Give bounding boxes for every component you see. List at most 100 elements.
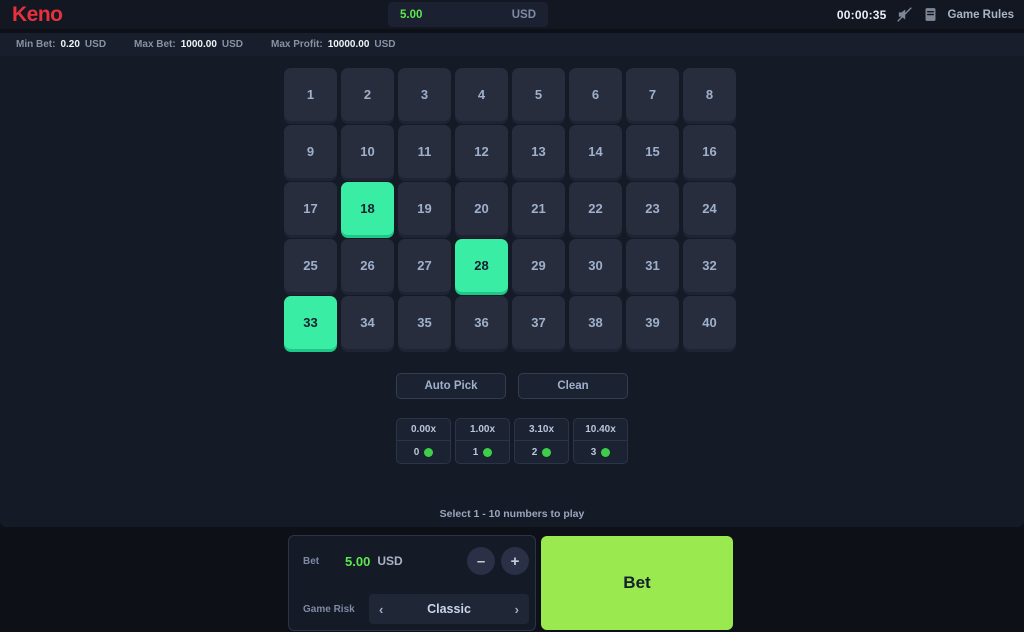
number-tile-20[interactable]: 20 xyxy=(455,182,508,235)
chevron-right-icon[interactable]: › xyxy=(515,602,519,617)
max-bet-value: 1000.00 xyxy=(180,39,217,50)
min-bet-unit: USD xyxy=(84,39,107,50)
number-tile-3[interactable]: 3 xyxy=(398,68,451,121)
number-grid: 1 2 3 4 5 6 7 8 9 10 11 12 13 14 15 16 17 18 19 20 21 22 23 24 2… xyxy=(284,68,736,349)
keno-game-app: Keno 5.00 USD 00:00:35 Game Rules Min Be… xyxy=(0,0,1024,632)
bet-button[interactable]: Bet xyxy=(541,536,733,630)
game-rules-icon[interactable] xyxy=(922,6,939,23)
bet-label: Bet xyxy=(303,555,320,567)
pick-actions: Auto Pick Clean xyxy=(0,373,1024,399)
game-risk-label: Game Risk xyxy=(303,603,355,615)
payout-card-3: 10.40x 3 xyxy=(573,418,628,464)
number-tile-7[interactable]: 7 xyxy=(626,68,679,121)
payout-hit-count: 1 xyxy=(472,446,479,458)
payout-multiplier: 10.40x xyxy=(574,419,627,441)
number-tile-26[interactable]: 26 xyxy=(341,239,394,292)
bet-amount-value[interactable]: 5.00 xyxy=(345,554,370,569)
number-tile-25[interactable]: 25 xyxy=(284,239,337,292)
number-tile-36[interactable]: 36 xyxy=(455,296,508,349)
payout-hits: 3 xyxy=(574,441,627,463)
top-right-controls: 00:00:35 Game Rules xyxy=(837,0,1014,29)
payout-card-0: 0.00x 0 xyxy=(396,418,451,464)
number-tile-2[interactable]: 2 xyxy=(341,68,394,121)
number-tile-18[interactable]: 18 xyxy=(341,182,394,235)
max-profit-unit: USD xyxy=(374,39,396,50)
max-profit-info: Max Profit: 10000.00 USD xyxy=(271,39,396,50)
number-tile-28[interactable]: 28 xyxy=(455,239,508,292)
balance-currency: USD xyxy=(511,8,536,21)
payout-card-2: 3.10x 2 xyxy=(514,418,569,464)
number-tile-23[interactable]: 23 xyxy=(626,182,679,235)
payout-hits: 1 xyxy=(456,441,509,463)
min-bet-label: Min Bet: xyxy=(16,39,56,50)
min-bet-value: 0.20 xyxy=(60,39,80,50)
session-clock: 00:00:35 xyxy=(836,7,887,22)
max-profit-label: Max Profit: xyxy=(271,39,323,50)
number-tile-24[interactable]: 24 xyxy=(683,182,736,235)
number-tile-11[interactable]: 11 xyxy=(398,125,451,178)
max-bet-info: Max Bet: 1000.00 USD xyxy=(134,39,243,50)
hit-dot-icon xyxy=(601,447,611,457)
number-tile-29[interactable]: 29 xyxy=(512,239,565,292)
number-tile-19[interactable]: 19 xyxy=(398,182,451,235)
hit-dot-icon xyxy=(424,447,434,457)
number-tile-17[interactable]: 17 xyxy=(284,182,337,235)
sound-muted-icon[interactable] xyxy=(896,6,913,23)
limits-info-bar: Min Bet: 0.20 USD Max Bet: 1000.00 USD M… xyxy=(0,33,1024,56)
auto-pick-button[interactable]: Auto Pick xyxy=(396,373,506,399)
number-tile-22[interactable]: 22 xyxy=(569,182,622,235)
number-tile-30[interactable]: 30 xyxy=(569,239,622,292)
number-tile-14[interactable]: 14 xyxy=(569,125,622,178)
number-tile-32[interactable]: 32 xyxy=(683,239,736,292)
game-risk-selector[interactable]: ‹ Classic › xyxy=(369,594,529,624)
number-tile-6[interactable]: 6 xyxy=(569,68,622,121)
number-tile-8[interactable]: 8 xyxy=(683,68,736,121)
balance-amount: 5.00 xyxy=(400,8,423,21)
min-bet-info: Min Bet: 0.20 USD xyxy=(16,39,106,50)
payout-table: 0.00x 0 1.00x 1 3.10x 2 10.40x 3 xyxy=(0,418,1024,464)
payout-hit-count: 2 xyxy=(531,446,538,458)
number-tile-10[interactable]: 10 xyxy=(341,125,394,178)
number-tile-15[interactable]: 15 xyxy=(626,125,679,178)
max-bet-unit: USD xyxy=(221,39,244,50)
bet-steppers: – + xyxy=(467,547,529,575)
keno-logo: Keno xyxy=(12,2,63,26)
number-tile-40[interactable]: 40 xyxy=(683,296,736,349)
payout-card-1: 1.00x 1 xyxy=(455,418,510,464)
number-tile-4[interactable]: 4 xyxy=(455,68,508,121)
number-tile-31[interactable]: 31 xyxy=(626,239,679,292)
number-tile-16[interactable]: 16 xyxy=(683,125,736,178)
bet-increase-button[interactable]: + xyxy=(501,547,529,575)
clean-button[interactable]: Clean xyxy=(518,373,628,399)
bet-controls-panel: Bet 5.00 USD – + Game Risk ‹ Classic › xyxy=(288,535,536,631)
payout-hits: 0 xyxy=(397,441,450,463)
number-tile-39[interactable]: 39 xyxy=(626,296,679,349)
bet-decrease-button[interactable]: – xyxy=(467,547,495,575)
max-bet-label: Max Bet: xyxy=(134,39,176,50)
number-tile-5[interactable]: 5 xyxy=(512,68,565,121)
number-tile-33[interactable]: 33 xyxy=(284,296,337,349)
payout-hits: 2 xyxy=(515,441,568,463)
max-profit-value: 10000.00 xyxy=(327,39,370,50)
selection-hint: Select 1 - 10 numbers to play xyxy=(439,508,585,520)
number-tile-9[interactable]: 9 xyxy=(284,125,337,178)
hit-dot-icon xyxy=(483,447,493,457)
chevron-left-icon[interactable]: ‹ xyxy=(379,602,383,617)
number-tile-34[interactable]: 34 xyxy=(341,296,394,349)
payout-hit-count: 3 xyxy=(590,446,597,458)
number-tile-27[interactable]: 27 xyxy=(398,239,451,292)
number-tile-12[interactable]: 12 xyxy=(455,125,508,178)
number-tile-1[interactable]: 1 xyxy=(284,68,337,121)
game-panel: 1 2 3 4 5 6 7 8 9 10 11 12 13 14 15 16 17 18 19 20 21 22 23 24 2… xyxy=(0,56,1024,527)
number-tile-21[interactable]: 21 xyxy=(512,182,565,235)
number-tile-37[interactable]: 37 xyxy=(512,296,565,349)
number-tile-13[interactable]: 13 xyxy=(512,125,565,178)
balance-display[interactable]: 5.00 USD xyxy=(388,2,548,27)
game-risk-value: Classic xyxy=(427,602,471,616)
number-tile-35[interactable]: 35 xyxy=(398,296,451,349)
payout-multiplier: 1.00x xyxy=(456,419,509,441)
game-rules-label[interactable]: Game Rules xyxy=(948,9,1014,21)
bet-amount-row: Bet 5.00 USD – + xyxy=(289,536,537,586)
payout-multiplier: 0.00x xyxy=(397,419,450,441)
number-tile-38[interactable]: 38 xyxy=(569,296,622,349)
